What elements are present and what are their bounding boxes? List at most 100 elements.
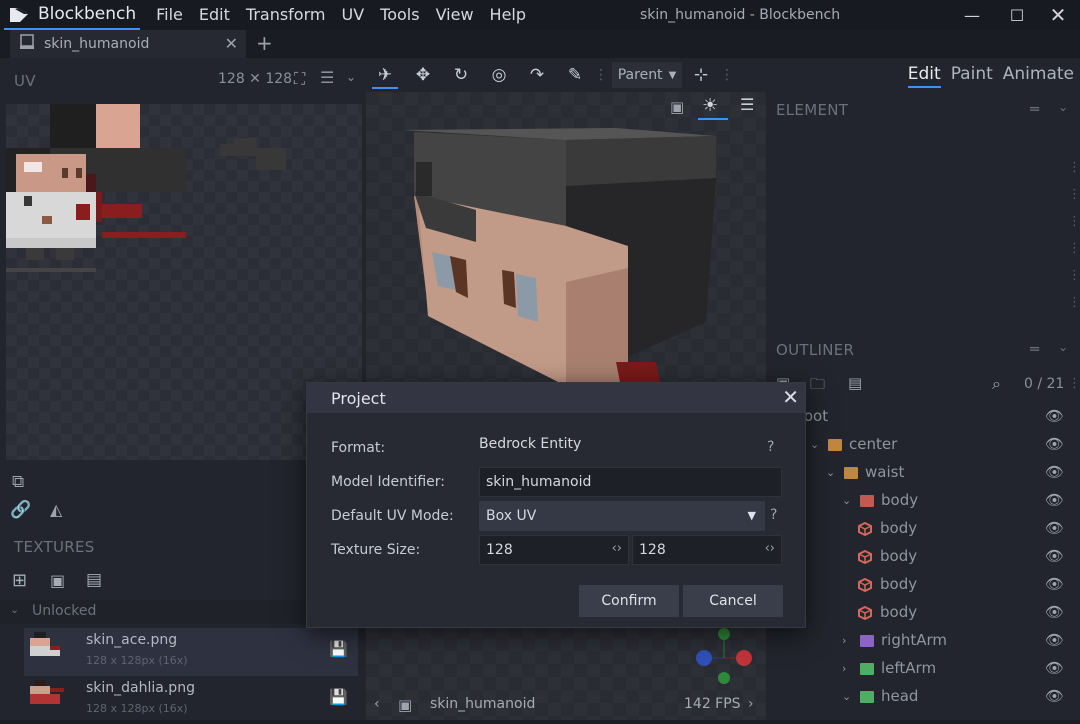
mode-paint[interactable]: Paint xyxy=(951,64,993,84)
toolbar-grip-icon-2[interactable]: ⋮ xyxy=(720,67,734,83)
menu-view[interactable]: View xyxy=(436,0,474,30)
copy-icon[interactable]: ⧉ xyxy=(12,472,24,492)
move-tool-icon[interactable]: ✈ xyxy=(366,58,404,92)
expand-chevron-icon[interactable]: ⌄ xyxy=(810,438,824,451)
uv-mode-help-icon[interactable]: ? xyxy=(770,507,777,523)
outliner-count: 0 / 21 xyxy=(1024,376,1065,392)
texture-item-skin-ace[interactable]: skin_ace.png 128 x 128px (16x) 💾 xyxy=(24,628,358,676)
expand-chevron-icon[interactable]: ⌄ xyxy=(842,690,856,703)
outliner-options-icon[interactable]: ▤ xyxy=(848,374,862,392)
menu-lines-icon[interactable]: ☰ xyxy=(320,68,334,87)
mirror-modeling-icon[interactable]: ⊹ xyxy=(682,58,720,92)
next-arrow-icon[interactable]: › xyxy=(748,696,754,712)
close-tab-icon[interactable]: ✕ xyxy=(225,34,238,53)
texture-width-input[interactable]: 128 ‹› xyxy=(479,535,629,565)
brush-tool-icon[interactable]: ✎ xyxy=(556,58,594,92)
close-dialog-icon[interactable]: ✕ xyxy=(782,385,799,409)
visibility-eye-icon[interactable]: 👁 xyxy=(1045,687,1064,705)
outliner-row-cube[interactable]: body 👁 xyxy=(766,598,1080,626)
minimize-icon[interactable]: — xyxy=(950,0,994,30)
outliner-menu-icon[interactable]: ═ xyxy=(1030,340,1039,358)
uv-mode-select[interactable]: Box UV ▼ xyxy=(479,501,765,531)
fullscreen-icon[interactable]: ⛶ xyxy=(294,69,305,89)
menu-help[interactable]: Help xyxy=(490,0,526,30)
outliner-row-folder[interactable]: › rightArm 👁 xyxy=(766,626,1080,654)
outliner-row-root[interactable]: root 👁 xyxy=(766,402,1080,430)
outliner-row-folder[interactable]: ⌄ center 👁 xyxy=(766,430,1080,458)
save-icon[interactable]: 💾 xyxy=(329,688,348,706)
menu-tools[interactable]: Tools xyxy=(380,0,419,30)
outliner-row-label: rightArm xyxy=(881,631,948,649)
visibility-eye-icon[interactable]: 👁 xyxy=(1045,519,1064,537)
visibility-eye-icon[interactable]: 👁 xyxy=(1045,603,1064,621)
dialog-header: Project ✕ xyxy=(307,383,805,413)
numeric-drag-icon[interactable]: ‹› xyxy=(612,541,622,556)
outliner-row-label: center xyxy=(849,435,898,453)
outliner-grip-icon[interactable]: ⋮ xyxy=(1068,376,1080,391)
close-window-icon[interactable]: ✕ xyxy=(1036,0,1080,30)
save-icon[interactable]: 💾 xyxy=(329,640,348,658)
uv-mode-label: Default UV Mode: xyxy=(331,508,454,524)
toolbar-grip-icon[interactable]: ⋮ xyxy=(594,67,608,83)
prev-arrow-icon[interactable]: ‹ xyxy=(374,696,380,712)
visibility-eye-icon[interactable]: 👁 xyxy=(1045,575,1064,593)
format-help-icon[interactable]: ? xyxy=(767,439,774,455)
new-tab-icon[interactable]: + xyxy=(256,30,273,56)
menu-uv[interactable]: UV xyxy=(341,0,364,30)
tab-skin-humanoid[interactable]: skin_humanoid ✕ xyxy=(10,30,246,58)
visibility-eye-icon[interactable]: 👁 xyxy=(1045,435,1064,453)
outliner-row-folder[interactable]: ⌄ body 👁 xyxy=(766,486,1080,514)
expand-chevron-icon[interactable]: › xyxy=(842,634,856,647)
link-icon[interactable]: 🔗 xyxy=(10,500,31,520)
mirror-icon[interactable]: ◭ xyxy=(50,500,62,519)
pivot-mode-select[interactable]: Parent ▼ xyxy=(612,62,682,88)
expand-chevron-icon[interactable]: ⌄ xyxy=(842,494,856,507)
vertex-snap-icon[interactable]: ↷ xyxy=(518,58,556,92)
expand-chevron-icon[interactable]: › xyxy=(842,662,856,675)
format-value: Bedrock Entity xyxy=(479,436,582,452)
outliner-row-folder[interactable]: ⌄ head 👁 xyxy=(766,682,1080,710)
create-texture-icon[interactable]: ▣ xyxy=(50,571,65,590)
pivot-tool-icon[interactable]: ◎ xyxy=(480,58,518,92)
add-group-icon[interactable]: 🗀 xyxy=(810,374,825,399)
element-panel-menu-icon[interactable]: ═ xyxy=(1030,100,1039,118)
outliner-row-cube[interactable]: body 👁 xyxy=(766,514,1080,542)
collapse-chevron-icon[interactable]: ⌄ xyxy=(346,70,356,84)
texture-height-value: 128 xyxy=(639,542,666,558)
visibility-eye-icon[interactable]: 👁 xyxy=(1045,463,1064,481)
orientation-gizmo[interactable] xyxy=(686,618,766,698)
rotate-tool-icon[interactable]: ↻ xyxy=(442,58,480,92)
outliner-row-folder[interactable]: › leftArm 👁 xyxy=(766,654,1080,682)
visibility-eye-icon[interactable]: 👁 xyxy=(1045,491,1064,509)
model-identifier-label: Model Identifier: xyxy=(331,474,446,490)
texture-item-skin-dahlia[interactable]: skin_dahlia.png 128 x 128px (16x) 💾 xyxy=(24,676,358,724)
visibility-eye-icon[interactable]: 👁 xyxy=(1045,659,1064,677)
outliner-row-cube[interactable]: body 👁 xyxy=(766,542,1080,570)
expand-chevron-icon[interactable]: ⌄ xyxy=(826,466,840,479)
blockbench-logo-icon xyxy=(4,0,34,30)
outliner-row-cube[interactable]: body 👁 xyxy=(766,570,1080,598)
texture-name: skin_ace.png xyxy=(86,632,178,648)
tab-label: skin_humanoid xyxy=(44,36,150,52)
mode-edit[interactable]: Edit xyxy=(907,64,941,88)
outliner-collapse-icon[interactable]: ⌄ xyxy=(1058,340,1068,354)
import-texture-icon[interactable]: ⊞ xyxy=(12,570,27,591)
model-identifier-input[interactable]: skin_humanoid xyxy=(479,467,782,497)
element-panel-collapse-icon[interactable]: ⌄ xyxy=(1058,100,1068,114)
visibility-eye-icon[interactable]: 👁 xyxy=(1045,547,1064,565)
search-icon[interactable]: ⌕ xyxy=(992,374,1001,394)
mode-animate[interactable]: Animate xyxy=(1003,64,1074,84)
resize-tool-icon[interactable]: ✥ xyxy=(404,58,442,92)
cancel-button[interactable]: Cancel xyxy=(683,585,783,617)
maximize-icon[interactable]: ☐ xyxy=(995,0,1039,30)
menu-transform[interactable]: Transform xyxy=(246,0,326,30)
outliner-row-folder[interactable]: ⌄ waist 👁 xyxy=(766,458,1080,486)
texture-height-input[interactable]: 128 ‹› xyxy=(632,535,782,565)
menu-file[interactable]: File xyxy=(156,0,183,30)
numeric-drag-icon[interactable]: ‹› xyxy=(765,541,775,556)
visibility-eye-icon[interactable]: 👁 xyxy=(1045,631,1064,649)
confirm-button[interactable]: Confirm xyxy=(579,585,679,617)
texture-gallery-icon[interactable]: ▤ xyxy=(86,570,102,590)
menu-edit[interactable]: Edit xyxy=(199,0,230,30)
visibility-eye-icon[interactable]: 👁 xyxy=(1045,407,1064,425)
